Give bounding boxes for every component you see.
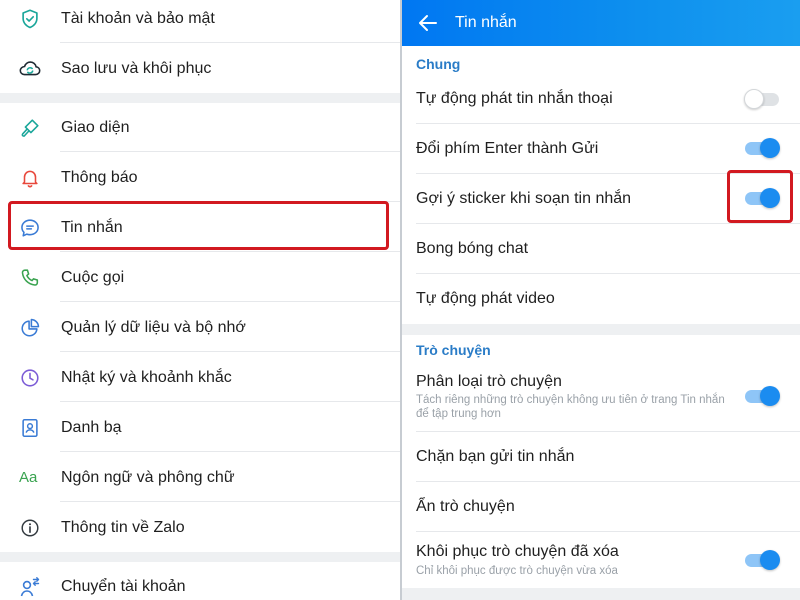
menu-item-contacts[interactable]: Danh bạ: [0, 403, 400, 452]
menu-item-timeline-moments[interactable]: Nhật ký và khoảnh khắc: [0, 353, 400, 402]
section-gap: [0, 552, 400, 562]
menu-item-switch-account[interactable]: Chuyển tài khoản: [0, 562, 400, 600]
font-aa-icon: Aa: [19, 466, 37, 490]
row-divider: [60, 451, 400, 452]
paint-brush-icon: [18, 116, 42, 140]
setting-enter-to-send[interactable]: Đổi phím Enter thành Gửi: [402, 124, 800, 174]
setting-auto-play-video[interactable]: Tự động phát video: [402, 274, 800, 324]
row-divider: [60, 401, 400, 402]
setting-classify-chats[interactable]: Phân loại trò chuyện Tách riêng những tr…: [402, 362, 800, 432]
clock-icon: [18, 366, 42, 390]
setting-description: Tách riêng những trò chuyện không ưu tiê…: [416, 394, 725, 420]
menu-item-label: Cuộc gọi: [61, 268, 125, 286]
menu-item-about-zalo[interactable]: Thông tin về Zalo: [0, 503, 400, 552]
menu-item-label: Danh bạ: [61, 418, 122, 436]
switch-account-icon: [18, 575, 42, 599]
setting-hide-chats[interactable]: Ẩn trò chuyện: [402, 482, 800, 532]
toggle-classify-chats[interactable]: [744, 385, 780, 407]
menu-item-account-security[interactable]: Tài khoản và bảo mật: [0, 0, 400, 43]
setting-restore-deleted-chats[interactable]: Khôi phục trò chuyện đã xóa Chỉ khôi phụ…: [402, 532, 800, 588]
menu-item-label: Tài khoản và bảo mật: [61, 9, 215, 27]
menu-item-label: Quản lý dữ liệu và bộ nhớ: [61, 318, 246, 336]
menu-item-language-font[interactable]: Aa Ngôn ngữ và phông chữ: [0, 453, 400, 502]
header-bar: Tin nhắn: [402, 0, 800, 46]
highlight-box-messages: [8, 201, 389, 250]
section-gap: [402, 324, 800, 335]
setting-auto-play-voice[interactable]: Tự động phát tin nhắn thoại: [402, 75, 800, 124]
row-divider: [60, 301, 400, 302]
row-divider: [60, 151, 400, 152]
menu-item-label: Thông tin về Zalo: [61, 518, 185, 536]
info-icon: [18, 516, 42, 540]
messages-settings-panel: Tin nhắn Chung Tự động phát tin nhắn tho…: [402, 0, 800, 600]
menu-item-label: Giao diện: [61, 118, 130, 136]
menu-item-label: Ngôn ngữ và phông chữ: [61, 468, 235, 486]
menu-item-notifications[interactable]: Thông báo: [0, 153, 400, 202]
menu-item-label: Sao lưu và khôi phục: [61, 59, 212, 77]
setting-label: Phân loại trò chuyện: [416, 373, 562, 390]
menu-item-label: Nhật ký và khoảnh khắc: [61, 368, 232, 386]
section-header-general: Chung: [416, 56, 461, 72]
row-divider: [60, 42, 400, 43]
shield-icon: [18, 7, 42, 31]
row-divider: [60, 351, 400, 352]
setting-label: Tự động phát video: [416, 290, 555, 307]
section-header-chat: Trò chuyện: [416, 342, 491, 358]
menu-item-appearance[interactable]: Giao diện: [0, 103, 400, 152]
highlight-box-sticker-toggle: [727, 170, 793, 223]
setting-label: Đổi phím Enter thành Gửi: [416, 140, 599, 157]
setting-label: Gợi ý sticker khi soạn tin nhắn: [416, 190, 632, 207]
setting-label: Chặn bạn gửi tin nhắn: [416, 448, 575, 465]
toggle-enter-to-send[interactable]: [744, 137, 780, 159]
setting-label: Ẩn trò chuyện: [416, 498, 515, 515]
toggle-restore-deleted-chats[interactable]: [744, 549, 780, 571]
setting-label: Khôi phục trò chuyện đã xóa: [416, 543, 619, 560]
contact-book-icon: [18, 416, 42, 440]
bell-icon: [18, 166, 42, 190]
menu-item-backup-restore[interactable]: Sao lưu và khôi phục: [0, 44, 400, 93]
section-gap: [402, 588, 800, 600]
setting-label: Bong bóng chat: [416, 240, 529, 257]
setting-label: Tự động phát tin nhắn thoại: [416, 90, 613, 107]
arrow-left-icon[interactable]: [416, 11, 440, 35]
page-title: Tin nhắn: [455, 14, 517, 31]
menu-item-label: Thông báo: [61, 168, 138, 186]
settings-menu-panel: Tài khoản và bảo mật Sao lưu và khôi phụ…: [0, 0, 400, 600]
font-aa-glyph: Aa: [19, 469, 38, 486]
menu-item-label: Chuyển tài khoản: [61, 577, 186, 595]
section-gap: [0, 93, 400, 103]
menu-item-calls[interactable]: Cuộc gọi: [0, 253, 400, 302]
phone-icon: [18, 266, 42, 290]
setting-block-messages[interactable]: Chặn bạn gửi tin nhắn: [402, 432, 800, 482]
row-divider: [60, 501, 400, 502]
pie-chart-icon: [18, 316, 42, 340]
setting-description: Chỉ khôi phục được trò chuyện vừa xóa: [416, 565, 618, 577]
toggle-auto-play-voice[interactable]: [744, 88, 780, 110]
menu-item-data-storage[interactable]: Quản lý dữ liệu và bộ nhớ: [0, 303, 400, 352]
cloud-sync-icon: [18, 57, 42, 81]
row-divider: [60, 251, 400, 252]
setting-chat-bubble[interactable]: Bong bóng chat: [402, 224, 800, 274]
